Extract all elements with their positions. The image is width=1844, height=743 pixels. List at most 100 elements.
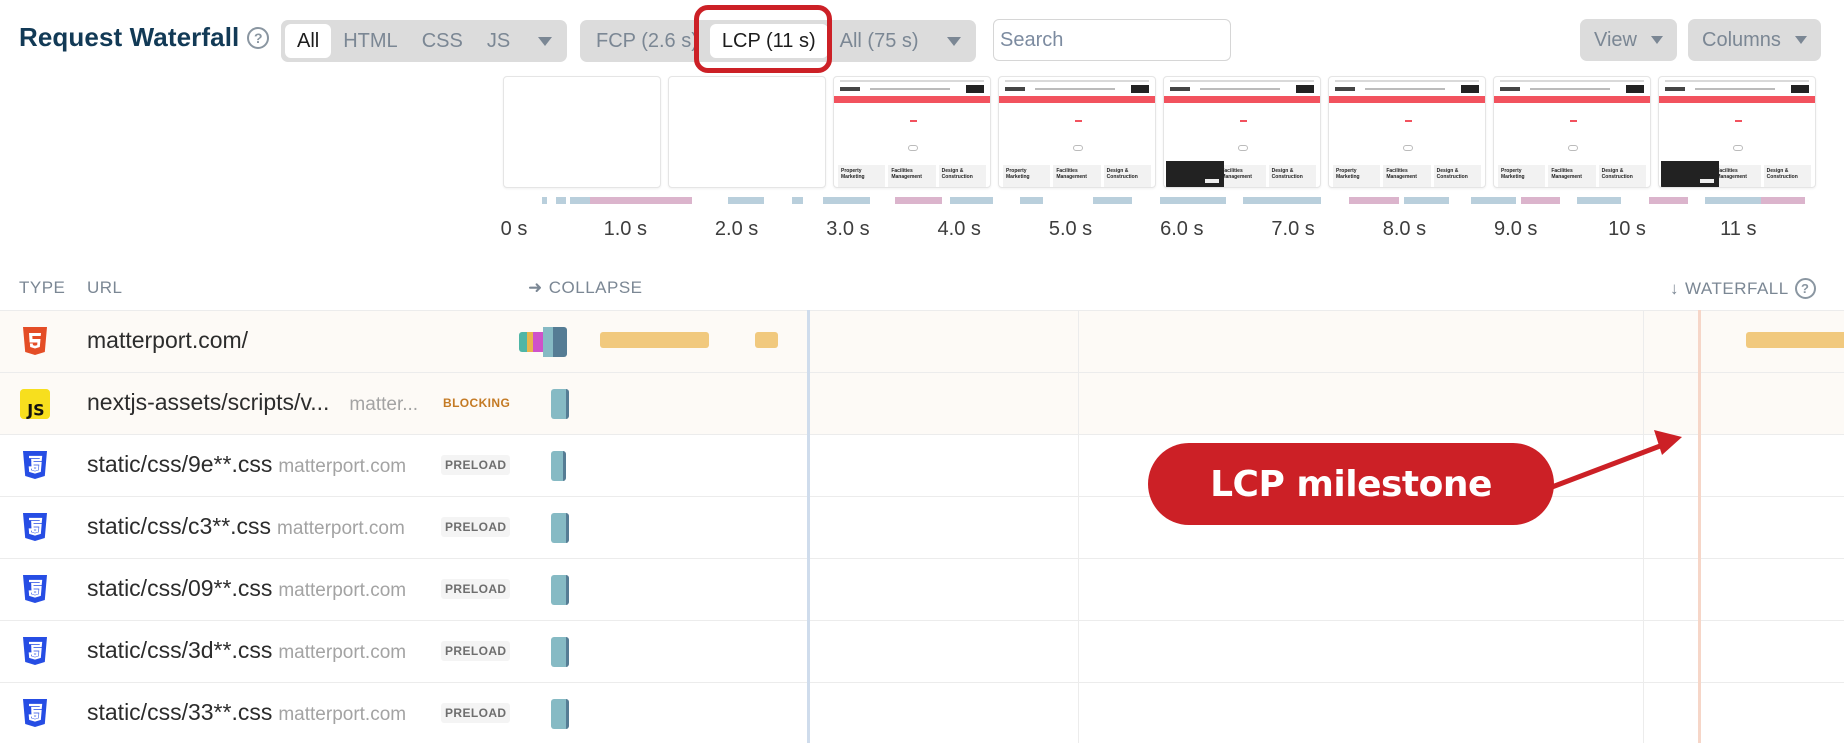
- frame-card: Design & Construction: [1433, 165, 1481, 187]
- frame-card: Facilities Management: [1383, 165, 1431, 187]
- request-url[interactable]: static/css/9e**.css matterport.com: [87, 451, 406, 478]
- table-row[interactable]: JS nextjs-assets/scripts/v... matter... BLO…: [0, 372, 1844, 434]
- lcp-milestone-callout: LCP milestone: [1148, 443, 1554, 525]
- frame-card: Facilities Management: [888, 165, 936, 187]
- milestone-fcp[interactable]: FCP (2.6 s): [584, 24, 710, 58]
- activity-segment: [1404, 197, 1449, 204]
- preload-badge: PRELOAD: [441, 579, 511, 599]
- frame-navlinks: [1695, 88, 1775, 90]
- filmstrip-frame[interactable]: Property MarketingFacilities ManagementD…: [503, 76, 661, 188]
- columns-button[interactable]: Columns: [1688, 19, 1821, 61]
- frame-carousel-dots: [1238, 145, 1248, 151]
- type-filter-js[interactable]: JS: [475, 24, 522, 58]
- timing-segment-ssl: [533, 332, 543, 352]
- request-bar: [551, 575, 569, 605]
- filmstrip-frame[interactable]: Property MarketingFacilities ManagementD…: [668, 76, 826, 188]
- activity-segment: [950, 197, 993, 204]
- request-path: static/css/3d**.css: [87, 637, 273, 663]
- frame-logo: [1335, 87, 1355, 91]
- request-bar: [551, 699, 569, 729]
- help-icon[interactable]: ?: [247, 26, 270, 49]
- request-path: static/css/c3**.css: [87, 513, 272, 539]
- milestone-lcp[interactable]: LCP (11 s): [709, 24, 828, 58]
- frame-banner: [1164, 96, 1320, 103]
- request-url[interactable]: static/css/33**.css matterport.com: [87, 699, 406, 726]
- page-title: Request Waterfall ?: [19, 22, 270, 53]
- help-icon[interactable]: ?: [1794, 278, 1816, 299]
- axis-tick-label: 1.0 s: [603, 218, 647, 240]
- toolbar: Request Waterfall ? All HTML CSS JS FCP …: [0, 0, 1844, 76]
- type-filter-html[interactable]: HTML: [331, 24, 409, 58]
- filmstrip-frame[interactable]: Property MarketingFacilities ManagementD…: [998, 76, 1156, 188]
- frame-loader: [1405, 120, 1412, 122]
- filmstrip-frame[interactable]: Property MarketingFacilities ManagementD…: [1328, 76, 1486, 188]
- search-input[interactable]: [993, 19, 1231, 61]
- frame-cookie-banner: [1166, 161, 1224, 187]
- collapse-toggle[interactable]: ➜ COLLAPSE: [528, 278, 643, 298]
- view-button-label: View: [1594, 28, 1637, 51]
- filmstrip-frame[interactable]: Property MarketingFacilities ManagementD…: [1163, 76, 1321, 188]
- frame-cards: Property MarketingFacilities ManagementD…: [838, 165, 986, 187]
- table-row[interactable]: matterport.com/: [0, 310, 1844, 372]
- axis-tick-label: 3.0 s: [826, 218, 870, 240]
- frame-navlinks: [1530, 88, 1610, 90]
- frame-card: Property Marketing: [1003, 165, 1051, 187]
- request-path: matterport.com/: [87, 327, 249, 353]
- request-url[interactable]: nextjs-assets/scripts/v... matter...: [87, 389, 418, 416]
- request-domain: matterport.com: [278, 580, 407, 601]
- axis-tick-label: 8.0 s: [1382, 218, 1427, 240]
- frame-topbar: [1500, 80, 1644, 82]
- columns-button-label: Columns: [1702, 28, 1781, 51]
- type-filter-css[interactable]: CSS: [410, 24, 475, 58]
- filmstrip-frame[interactable]: Property MarketingFacilities ManagementD…: [1493, 76, 1651, 188]
- view-button[interactable]: View: [1580, 19, 1677, 61]
- request-domain: matterport.com: [277, 518, 405, 539]
- cpu-activity-strip: [530, 197, 1828, 204]
- html5-icon: [20, 326, 50, 358]
- preload-badge: PRELOAD: [441, 703, 511, 723]
- activity-segment: [1159, 197, 1227, 204]
- table-row[interactable]: static/css/c3**.css matterport.com PRELOAD: [0, 496, 1844, 558]
- frame-cta: [1626, 85, 1644, 93]
- frame-cards: Property MarketingFacilities ManagementD…: [1003, 165, 1151, 187]
- table-row[interactable]: static/css/9e**.css matterport.com PRELOAD: [0, 434, 1844, 496]
- frame-card: Property Marketing: [838, 165, 886, 187]
- table-row[interactable]: static/css/3d**.css matterport.com PRELOAD: [0, 620, 1844, 682]
- frame-card: Facilities Management: [1053, 165, 1101, 187]
- frame-card: Design & Construction: [1103, 165, 1151, 187]
- milestone-all[interactable]: All (75 s): [828, 24, 931, 58]
- chevron-down-icon[interactable]: [946, 36, 961, 46]
- timing-segment-wait: [543, 327, 553, 357]
- response-bar: [600, 332, 709, 348]
- table-header: TYPE URL ➜ COLLAPSE ↓ WATERFALL ?: [0, 270, 1844, 310]
- request-path: nextjs-assets/scripts/v...: [87, 389, 330, 415]
- frame-topbar: [1335, 80, 1479, 82]
- column-header-waterfall[interactable]: ↓ WATERFALL ?: [1670, 278, 1816, 299]
- request-url[interactable]: static/css/3d**.css matterport.com: [87, 637, 406, 664]
- activity-segment: [1521, 197, 1561, 204]
- activity-segment: [1471, 197, 1516, 204]
- filmstrip-frame[interactable]: Property MarketingFacilities ManagementD…: [1658, 76, 1816, 188]
- request-url[interactable]: static/css/09**.css matterport.com: [87, 575, 406, 602]
- column-header-url[interactable]: URL: [87, 278, 123, 298]
- filmstrip-frame[interactable]: Property MarketingFacilities ManagementD…: [833, 76, 991, 188]
- frame-banner: [1659, 96, 1815, 103]
- axis-tick-label: 9.0 s: [1494, 218, 1538, 240]
- chevron-down-icon[interactable]: [538, 36, 553, 46]
- frame-topbar: [1170, 80, 1314, 82]
- request-url[interactable]: static/css/c3**.css matterport.com: [87, 513, 405, 540]
- blocking-badge: BLOCKING: [443, 396, 511, 410]
- frame-cookie-banner: [1661, 161, 1719, 187]
- request-bar: [551, 451, 566, 481]
- column-header-type[interactable]: TYPE: [19, 278, 65, 298]
- frame-carousel-dots: [1733, 145, 1743, 151]
- activity-segment: [894, 197, 943, 204]
- table-row[interactable]: static/css/33**.css matterport.com PRELOAD: [0, 682, 1844, 743]
- frame-nav: [834, 85, 990, 94]
- table-row[interactable]: static/css/09**.css matterport.com PRELOAD: [0, 558, 1844, 620]
- type-filter-all[interactable]: All: [285, 24, 332, 58]
- activity-segment: [1092, 197, 1132, 204]
- request-url[interactable]: matterport.com/: [87, 327, 248, 354]
- request-bar: [551, 389, 569, 419]
- axis-tick-label: 5.0 s: [1048, 218, 1093, 240]
